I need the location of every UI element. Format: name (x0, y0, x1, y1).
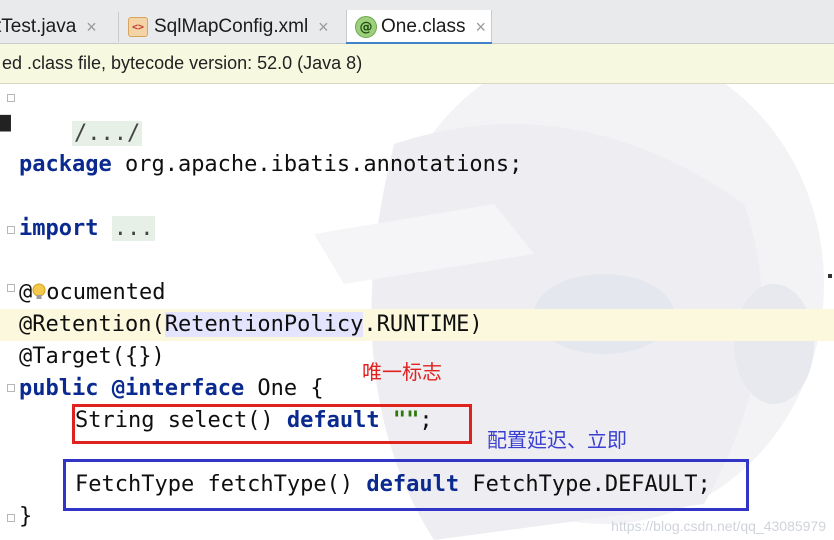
fold-marker-icon[interactable] (7, 94, 15, 102)
close-icon[interactable]: × (475, 17, 486, 38)
code-line-documented: @ ocumented (19, 277, 165, 309)
collapsed-imports[interactable]: ... (111, 216, 156, 241)
fold-marker-icon[interactable] (7, 384, 15, 392)
lazy-eager-note: 配置延迟、立即 (487, 428, 627, 452)
code-line-closing: } (19, 501, 32, 533)
tab-test-java[interactable]: tTest.java × (0, 10, 118, 44)
collapsed-header-fold[interactable]: /.../ (71, 121, 143, 146)
keyword-package: package (19, 152, 112, 177)
keyword-import: import (19, 216, 99, 241)
keyword-public: public (19, 376, 99, 401)
unique-flag-note: 唯一标志 (362, 360, 442, 384)
code-line-package: package org.apache.ibatis.annotations; (19, 149, 522, 181)
tab-label: One.class (381, 16, 466, 37)
decompiled-notice-banner: ed .class file, bytecode version: 52.0 (… (0, 44, 834, 84)
code-line-interface: public @interface One { (19, 373, 324, 405)
tab-label: SqlMapConfig.xml (154, 16, 309, 37)
watermark: https://blog.csdn.net/qq_43085979 (611, 518, 826, 534)
interface-name: One { (244, 376, 324, 401)
keyword-interface: @interface (111, 376, 245, 401)
tab-label: tTest.java (0, 16, 77, 37)
code-line-import: import ... (19, 213, 156, 245)
target-annotation: @Target({}) (19, 344, 165, 369)
tab-sqlmapconfig-xml[interactable]: <> SqlMapConfig.xml × (122, 10, 342, 44)
fold-marker-icon[interactable] (7, 514, 15, 522)
close-icon[interactable]: × (318, 17, 329, 38)
tab-one-class[interactable]: @ One.class × (346, 10, 492, 44)
code-line-target: @Target({}) (19, 341, 165, 373)
select-highlight-box (72, 404, 472, 444)
annotation-documented-rest: ocumented (46, 280, 166, 305)
banner-text: ed .class file, bytecode version: 52.0 (… (2, 53, 363, 73)
intention-bulb-icon[interactable] (32, 279, 46, 299)
annotation-class-icon: @ (355, 16, 377, 38)
annotation-at: @ (19, 280, 33, 305)
scroll-marker (828, 274, 832, 278)
close-icon[interactable]: × (86, 17, 97, 38)
retention-policy-word: RetentionPolicy (164, 312, 364, 337)
fold-marker-icon[interactable] (7, 284, 15, 292)
retention-suffix: .RUNTIME) (363, 312, 483, 337)
editor-tab-bar: tTest.java × <> SqlMapConfig.xml × @ One… (0, 0, 834, 44)
package-name: org.apache.ibatis.annotations; (111, 152, 523, 177)
gutter-fragment: █ (0, 116, 11, 132)
xml-file-icon: <> (128, 17, 148, 37)
fetchtype-highlight-box (63, 459, 749, 511)
code-line-retention: @Retention(RetentionPolicy.RUNTIME) (19, 309, 483, 341)
closing-brace: } (19, 504, 33, 529)
code-editor[interactable]: █ /.../ package org.apache.ibatis.annota… (0, 84, 834, 540)
fold-marker-icon[interactable] (7, 226, 15, 234)
retention-prefix: @Retention( (19, 312, 165, 337)
